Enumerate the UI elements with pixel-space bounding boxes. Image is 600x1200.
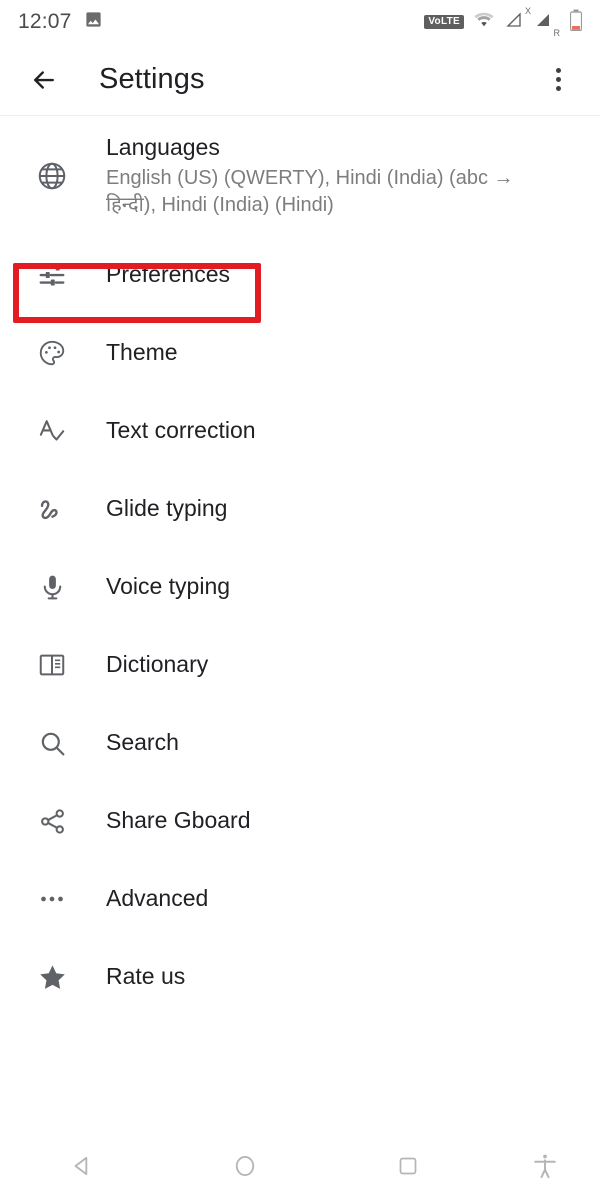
signal-sub-label: R xyxy=(553,27,561,38)
settings-item-text: Glide typing xyxy=(106,494,227,524)
settings-item-title: Glide typing xyxy=(106,495,228,522)
page-title: Settings xyxy=(99,63,205,95)
back-button[interactable] xyxy=(22,58,66,102)
settings-item-text: Advanced xyxy=(106,884,208,914)
status-bar-right: VoLTE X R xyxy=(424,6,583,38)
phone-screen: 12:07 VoLTE X R Settings Languages Engli… xyxy=(0,0,600,1200)
more-horizontal-icon xyxy=(26,873,78,925)
settings-item-text: Search xyxy=(106,728,179,758)
volte-icon: VoLTE xyxy=(424,15,464,29)
settings-item-text: Share Gboard xyxy=(106,806,250,836)
signal-sup-label: X xyxy=(524,5,531,16)
settings-item-theme[interactable]: Theme xyxy=(0,314,600,392)
overflow-menu-icon-dot3 xyxy=(555,86,561,91)
palette-icon xyxy=(26,327,78,379)
microphone-icon xyxy=(26,561,78,613)
settings-item-rate-us[interactable]: Rate us xyxy=(0,938,600,1016)
signal-icon-primary: X xyxy=(504,6,531,34)
settings-item-text: Theme xyxy=(106,338,178,368)
settings-item-text: Languages English (US) (QWERTY), Hindi (… xyxy=(106,133,526,220)
tune-sliders-icon xyxy=(26,249,78,301)
status-bar: 12:07 VoLTE X R xyxy=(0,0,600,44)
overflow-menu-button[interactable] xyxy=(538,58,578,102)
overflow-menu-icon xyxy=(555,68,561,73)
nav-recents-square-icon xyxy=(399,1157,417,1175)
settings-item-title: Dictionary xyxy=(106,651,209,678)
battery-icon xyxy=(569,9,583,36)
star-icon xyxy=(26,951,78,1003)
status-bar-left: 12:07 xyxy=(18,10,103,34)
settings-item-preferences[interactable]: Preferences xyxy=(0,236,600,314)
nav-back-triangle-icon xyxy=(74,1156,87,1176)
share-icon xyxy=(26,795,78,847)
settings-item-title: Advanced xyxy=(106,885,209,912)
nav-back-button[interactable] xyxy=(0,1153,163,1179)
settings-item-title: Search xyxy=(106,729,179,756)
settings-item-title: Text correction xyxy=(106,417,256,444)
settings-item-text: Rate us xyxy=(106,962,185,992)
wifi-icon xyxy=(473,11,495,33)
settings-item-title: Voice typing xyxy=(106,573,231,600)
system-navigation-bar xyxy=(0,1132,600,1200)
settings-item-search[interactable]: Search xyxy=(0,704,600,782)
app-bar: Settings xyxy=(0,44,600,115)
settings-item-text-correction[interactable]: Text correction xyxy=(0,392,600,470)
settings-item-languages[interactable]: Languages English (US) (QWERTY), Hindi (… xyxy=(0,116,600,236)
globe-icon xyxy=(26,150,78,202)
signal-icon-secondary: R xyxy=(533,11,560,38)
image-icon xyxy=(84,10,103,34)
settings-item-title: Theme xyxy=(106,339,178,366)
overflow-menu-icon-dot2 xyxy=(555,77,561,82)
nav-accessibility-button[interactable] xyxy=(490,1152,600,1180)
settings-item-title: Share Gboard xyxy=(106,807,251,834)
settings-item-text: Voice typing xyxy=(106,572,230,602)
settings-item-title: Languages xyxy=(106,133,220,160)
back-arrow-icon xyxy=(34,70,54,89)
book-icon xyxy=(26,639,78,691)
settings-list: Languages English (US) (QWERTY), Hindi (… xyxy=(0,116,600,1016)
accessibility-icon xyxy=(534,1154,556,1179)
settings-item-voice-typing[interactable]: Voice typing xyxy=(0,548,600,626)
settings-item-summary: English (US) (QWERTY), Hindi (India) (ab… xyxy=(106,167,514,217)
settings-item-advanced[interactable]: Advanced xyxy=(0,860,600,938)
settings-item-text: Text correction xyxy=(106,416,256,446)
search-icon xyxy=(26,717,78,769)
settings-item-dictionary[interactable]: Dictionary xyxy=(0,626,600,704)
status-clock: 12:07 xyxy=(18,10,72,33)
settings-item-glide-typing[interactable]: Glide typing xyxy=(0,470,600,548)
settings-item-text: Preferences xyxy=(106,260,230,290)
settings-item-share-gboard[interactable]: Share Gboard xyxy=(0,782,600,860)
nav-home-button[interactable] xyxy=(163,1153,326,1179)
spellcheck-icon xyxy=(26,405,78,457)
nav-home-circle-icon xyxy=(235,1155,255,1177)
settings-item-title: Preferences xyxy=(106,261,231,288)
gesture-icon xyxy=(26,483,78,535)
nav-recents-button[interactable] xyxy=(327,1154,490,1178)
settings-item-title: Rate us xyxy=(106,963,186,990)
settings-item-text: Dictionary xyxy=(106,650,208,680)
